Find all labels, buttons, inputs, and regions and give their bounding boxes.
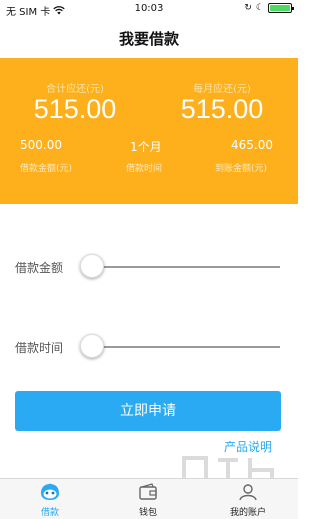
person-icon (239, 484, 257, 501)
amount-slider-label: 借款金额 (15, 261, 64, 275)
apply-now-button[interactable]: 立即申请 (15, 391, 281, 431)
status-right: ↻ ☾ (244, 3, 294, 13)
tab-loan-label: 借款 (40, 508, 59, 518)
page-title: 我要借款 (118, 30, 179, 48)
loan-term-value: 1个月 (130, 140, 162, 154)
tab-bar: 借款 钱包 我的账户 (0, 478, 298, 519)
monthly-repay-label: 每月应还(元) (193, 84, 251, 95)
total-repay-label: 合计应还(元) (46, 84, 104, 95)
battery-fill (270, 5, 290, 11)
tab-wallet[interactable]: 钱包 (108, 479, 188, 519)
loan-amount-label: 借款金额(元) (20, 164, 73, 174)
amount-slider-track[interactable] (82, 266, 280, 268)
term-slider-row: 借款时间 (0, 332, 298, 362)
monthly-repay-value: 515.00 (180, 94, 264, 124)
received-amount-label: 到账金额(元) (215, 164, 268, 174)
term-slider-track[interactable] (82, 346, 280, 348)
tab-my-account[interactable]: 我的账户 (208, 479, 288, 519)
bird-face-icon (41, 483, 59, 500)
tab-wallet-label: 钱包 (138, 508, 157, 518)
battery-icon (268, 3, 294, 13)
amount-slider-row: 借款金额 (0, 252, 298, 282)
rotation-lock-icon: ↻ (244, 3, 252, 13)
wallet-icon (139, 483, 157, 500)
loan-term-label: 借款时间 (126, 164, 163, 174)
amount-slider-thumb[interactable] (80, 254, 104, 278)
tab-my-account-label: 我的账户 (229, 508, 266, 518)
total-repay-value: 515.00 (33, 94, 117, 124)
loan-summary-card: 合计应还(元) 515.00 每月应还(元) 515.00 500.00 借款金… (0, 58, 298, 204)
term-slider-thumb[interactable] (80, 334, 104, 358)
status-bar: 无 SIM 卡 10:03 ↻ ☾ (0, 0, 298, 20)
term-slider-label: 借款时间 (15, 341, 64, 355)
loan-amount-value: 500.00 (20, 138, 62, 152)
received-amount-value: 465.00 (231, 138, 273, 152)
moon-icon: ☾ (255, 3, 264, 13)
tab-loan[interactable]: 借款 (10, 479, 90, 519)
